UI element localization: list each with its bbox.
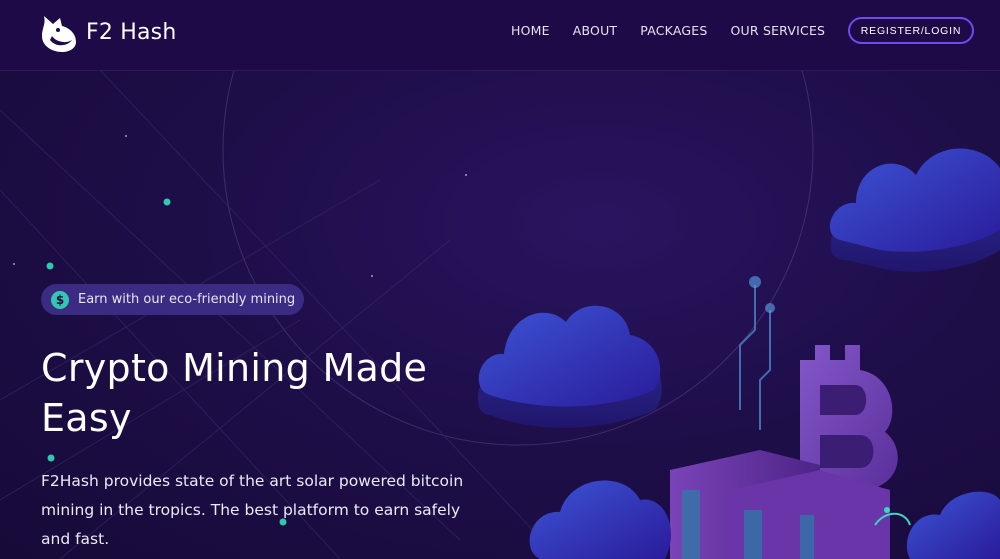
brand-name: F2 Hash — [86, 19, 177, 45]
eco-mining-badge: $ Earn with our eco-friendly mining — [41, 284, 304, 315]
badge-text: Earn with our eco-friendly mining — [78, 292, 296, 307]
brand-logo[interactable]: F2 Hash — [36, 10, 176, 54]
nav-link-our-services[interactable]: OUR SERVICES — [731, 23, 826, 38]
crypto-mining-illustration — [477, 148, 1000, 559]
hero-description: F2Hash provides state of the art solar p… — [41, 472, 464, 548]
main-menu: HOME ABOUT PACKAGES OUR SERVICES — [511, 23, 848, 38]
register-login-button[interactable]: REGISTER/LOGIN — [848, 17, 974, 44]
wolf-logo-icon — [42, 16, 76, 52]
top-navbar: F2 Hash HOME ABOUT PACKAGES OUR SERVICES… — [0, 0, 1000, 71]
hero-title: Crypto Mining Made Easy — [41, 346, 428, 440]
nav-link-home[interactable]: HOME — [511, 23, 550, 38]
cloud-medium-icon — [477, 305, 662, 428]
cloud-large-icon — [829, 148, 1000, 272]
nav-link-about[interactable]: ABOUT — [573, 23, 618, 38]
dollar-coin-icon: $ — [51, 290, 69, 309]
nav-link-packages[interactable]: PACKAGES — [640, 23, 707, 38]
